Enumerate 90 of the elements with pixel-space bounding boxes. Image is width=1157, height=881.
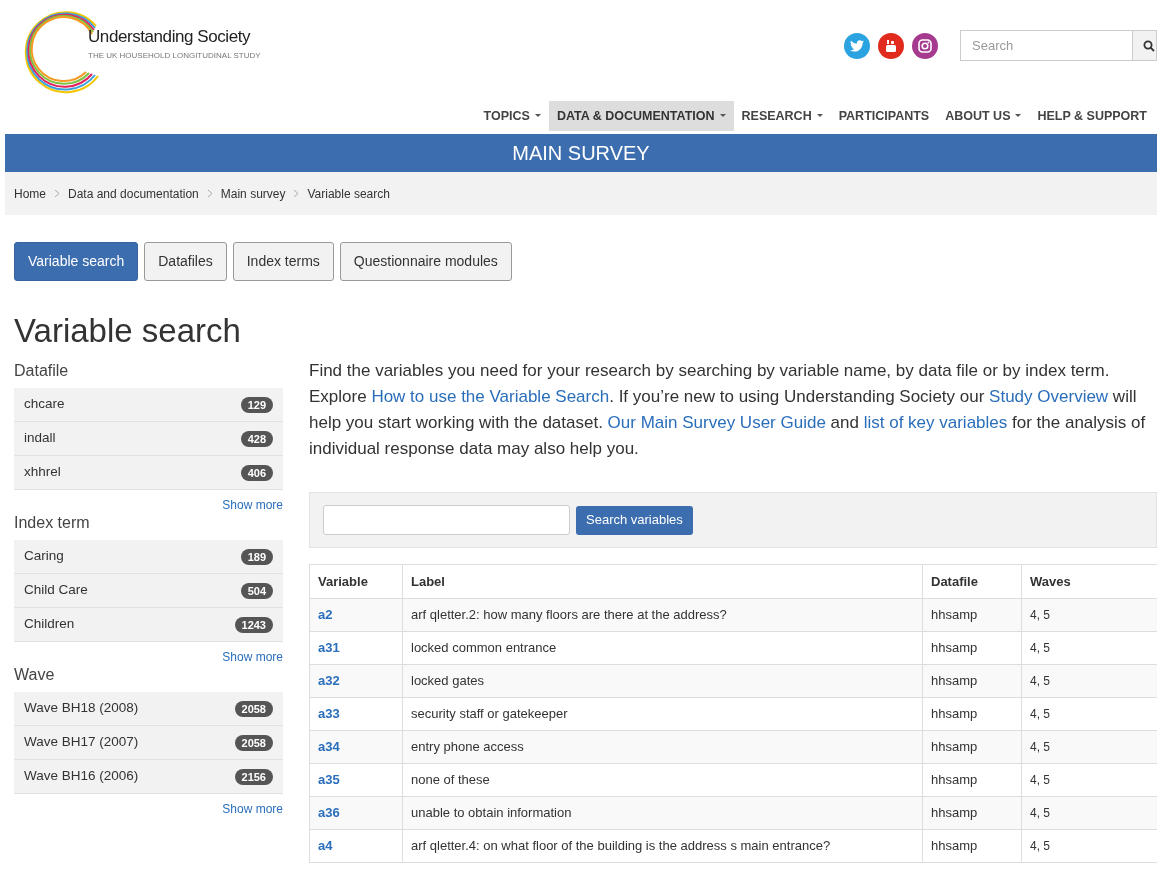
site-tagline: THE UK HOUSEHOLD LONGITUDINAL STUDY bbox=[88, 49, 261, 62]
facet-item[interactable]: Child Care 504 bbox=[14, 574, 283, 608]
table-cell: hhsamp bbox=[922, 796, 1022, 830]
table-cell: hhsamp bbox=[922, 730, 1022, 764]
intro-paragraph: Find the variables you need for your research by searching by variable name, by data file or by index term. Explore How to use the Variable Search. If you’re new to using Understanding Society our Study Overview will help you start working with the dataset. Our Main Survey User Guide and list of key variables for the analysis of individual response data may also help you. bbox=[309, 360, 1147, 460]
column-header: Label bbox=[402, 564, 923, 599]
variable-search-field[interactable] bbox=[323, 505, 570, 535]
tab[interactable]: Index terms bbox=[232, 242, 334, 281]
intro-link[interactable]: Our Main Survey User Guide bbox=[607, 413, 826, 432]
facet-item[interactable]: Caring 189 bbox=[14, 540, 283, 574]
count-badge: 1243 bbox=[234, 616, 273, 633]
count-badge: 428 bbox=[240, 430, 273, 447]
caret-icon bbox=[534, 114, 541, 118]
intro-link[interactable]: list of key variables bbox=[863, 413, 1008, 432]
table-cell: security staff or gatekeeper bbox=[402, 697, 923, 731]
variable-link[interactable]: a4 bbox=[318, 838, 333, 854]
variable-link[interactable]: a32 bbox=[318, 673, 340, 689]
nav-item[interactable]: ABOUT US bbox=[937, 101, 1030, 131]
nav-item[interactable]: RESEARCH bbox=[733, 101, 831, 131]
search-button[interactable] bbox=[1133, 30, 1157, 61]
nav-item[interactable]: TOPICS bbox=[475, 101, 549, 131]
facet-item[interactable]: chcare 129 bbox=[14, 388, 283, 422]
caret-icon bbox=[816, 114, 823, 118]
tab[interactable]: Questionnaire modules bbox=[339, 242, 512, 281]
variable-link[interactable]: a35 bbox=[318, 772, 340, 788]
chevron-icon bbox=[293, 189, 300, 198]
twitter-icon[interactable] bbox=[844, 32, 870, 59]
table-cell: none of these bbox=[402, 763, 923, 797]
facet-heading: Index term bbox=[14, 513, 91, 533]
count-badge: 504 bbox=[240, 582, 273, 599]
variable-link[interactable]: a33 bbox=[318, 706, 340, 722]
column-header: Variable bbox=[309, 564, 403, 599]
facet-item[interactable]: Children 1243 bbox=[14, 608, 283, 642]
intro-link[interactable]: Study Overview bbox=[989, 387, 1109, 406]
section-banner: MAIN SURVEY bbox=[5, 134, 1157, 172]
tab[interactable]: Variable search bbox=[14, 242, 139, 281]
count-badge: 129 bbox=[240, 396, 273, 413]
search-icon bbox=[1143, 39, 1155, 52]
count-badge: 406 bbox=[240, 464, 273, 481]
count-badge: 2156 bbox=[234, 768, 273, 785]
show-more-link[interactable]: Show more bbox=[222, 650, 283, 664]
nav-item[interactable]: HELP & SUPPORT bbox=[1029, 101, 1155, 131]
intro-link[interactable]: How to use the Variable Search bbox=[371, 387, 610, 406]
table-cell: entry phone access bbox=[402, 730, 923, 764]
breadcrumb-link[interactable]: Data and documentation bbox=[68, 184, 199, 203]
table-cell: unable to obtain information bbox=[402, 796, 923, 830]
facet-item[interactable]: xhhrel 406 bbox=[14, 456, 283, 490]
nav-item[interactable]: DATA & DOCUMENTATION bbox=[548, 101, 734, 131]
table-cell: hhsamp bbox=[922, 697, 1022, 731]
breadcrumb-link[interactable]: Variable search bbox=[307, 184, 390, 203]
chevron-icon bbox=[206, 189, 213, 198]
table-cell: hhsamp bbox=[922, 829, 1022, 863]
table-cell: locked common entrance bbox=[402, 631, 923, 665]
chevron-icon bbox=[54, 189, 60, 198]
table-cell: hhsamp bbox=[922, 598, 1022, 632]
column-header: Waves bbox=[1021, 564, 1157, 599]
show-more-link[interactable]: Show more bbox=[222, 802, 283, 816]
facet-heading: Wave bbox=[14, 665, 56, 685]
facet-item[interactable]: Wave BH18 (2008) 2058 bbox=[14, 692, 283, 726]
breadcrumb-link[interactable]: Main survey bbox=[220, 184, 286, 203]
count-badge: 2058 bbox=[234, 734, 273, 751]
page-title: Variable search bbox=[13, 311, 242, 351]
count-badge: 2058 bbox=[234, 700, 273, 717]
breadcrumb-link[interactable]: Home bbox=[14, 184, 46, 203]
table-cell: hhsamp bbox=[922, 631, 1022, 665]
facet-item[interactable]: Wave BH17 (2007) 2058 bbox=[14, 726, 283, 760]
caret-icon bbox=[719, 114, 726, 118]
table-cell: hhsamp bbox=[922, 664, 1022, 698]
column-header: Datafile bbox=[922, 564, 1022, 599]
search-variables-button[interactable]: Search variables bbox=[576, 505, 693, 535]
variable-link[interactable]: a34 bbox=[318, 739, 340, 755]
facet-item[interactable]: indall 428 bbox=[14, 422, 283, 456]
site-name: Understanding Society bbox=[88, 26, 252, 49]
table-cell: arf qletter.2: how many floors are there at the address? bbox=[402, 598, 923, 632]
caret-icon bbox=[1015, 114, 1022, 118]
nav-item[interactable]: PARTICIPANTS bbox=[830, 101, 938, 131]
variable-link[interactable]: a2 bbox=[318, 607, 333, 623]
variable-link[interactable]: a36 bbox=[318, 805, 340, 821]
table-cell: arf qletter.4: on what floor of the building is the address s main entrance? bbox=[402, 829, 923, 863]
variable-link[interactable]: a31 bbox=[318, 640, 340, 656]
instagram-icon[interactable] bbox=[912, 32, 938, 59]
facet-heading: Datafile bbox=[14, 361, 70, 381]
facet-item[interactable]: Wave BH16 (2006) 2156 bbox=[14, 760, 283, 794]
table-cell: hhsamp bbox=[922, 763, 1022, 797]
youtube-icon[interactable] bbox=[878, 32, 904, 59]
table-cell: locked gates bbox=[402, 664, 923, 698]
tab[interactable]: Datafiles bbox=[144, 242, 227, 281]
count-badge: 189 bbox=[240, 548, 273, 565]
show-more-link[interactable]: Show more bbox=[222, 498, 283, 512]
search-field[interactable]: Search bbox=[960, 30, 1133, 61]
